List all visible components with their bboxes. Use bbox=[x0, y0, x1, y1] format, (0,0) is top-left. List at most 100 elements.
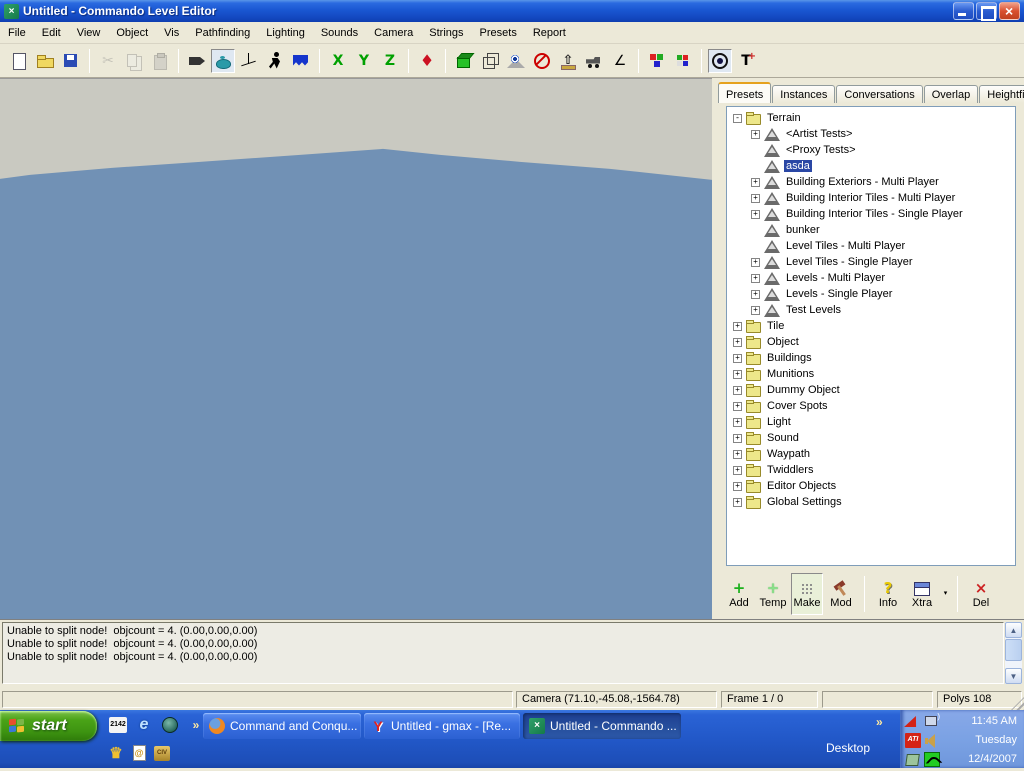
angle-button[interactable]: ∠ bbox=[608, 49, 632, 73]
menu-item-report[interactable]: Report bbox=[525, 24, 574, 42]
log-scrollbar[interactable]: ▲ ▼ bbox=[1005, 622, 1022, 684]
preset-tree[interactable]: -Terrain+<Artist Tests><Proxy Tests>asda… bbox=[726, 106, 1016, 566]
wire-cube-button[interactable] bbox=[478, 49, 502, 73]
mod-button[interactable]: Mod bbox=[825, 573, 857, 615]
expander-plus-icon[interactable]: + bbox=[733, 466, 742, 475]
scrollbar-thumb[interactable] bbox=[1005, 639, 1022, 661]
expander-plus-icon[interactable]: + bbox=[733, 434, 742, 443]
expander-plus-icon[interactable]: + bbox=[751, 178, 760, 187]
eye-mask-button[interactable] bbox=[504, 49, 528, 73]
dropdown-arrow-icon[interactable]: ▾ bbox=[940, 586, 951, 602]
info-button[interactable]: ?Info bbox=[872, 573, 904, 615]
tree-item[interactable]: +Sound bbox=[727, 430, 1015, 446]
cut-button[interactable]: ✂ bbox=[96, 49, 120, 73]
tree-item[interactable]: +Object bbox=[727, 334, 1015, 350]
spinner-button[interactable]: ♦ bbox=[415, 49, 439, 73]
no-entry-button[interactable] bbox=[530, 49, 554, 73]
expander-plus-icon[interactable]: + bbox=[733, 370, 742, 379]
desktop-chevron-icon[interactable]: » bbox=[876, 715, 883, 729]
minimize-button[interactable] bbox=[953, 2, 974, 20]
taskbar-task[interactable]: YUntitled - gmax - [Re... bbox=[364, 713, 520, 739]
tree-item[interactable]: +Building Interior Tiles - Multi Player bbox=[727, 190, 1015, 206]
tree-item[interactable]: +Munitions bbox=[727, 366, 1015, 382]
menu-item-camera[interactable]: Camera bbox=[366, 24, 421, 42]
tree-item[interactable]: +Light bbox=[727, 414, 1015, 430]
quicklaunch-crown-icon[interactable]: ♛ bbox=[106, 743, 126, 763]
expander-plus-icon[interactable]: + bbox=[733, 482, 742, 491]
expander-plus-icon[interactable]: + bbox=[733, 402, 742, 411]
quicklaunch-civ-icon[interactable]: CIV bbox=[152, 743, 172, 763]
tree-item[interactable]: +Editor Objects bbox=[727, 478, 1015, 494]
tree-item[interactable]: <Proxy Tests> bbox=[727, 142, 1015, 158]
quicklaunch-ie-icon[interactable]: e bbox=[134, 715, 154, 735]
close-button[interactable] bbox=[999, 2, 1020, 20]
menu-item-sounds[interactable]: Sounds bbox=[313, 24, 366, 42]
taskbar-task[interactable]: Command and Conqu... bbox=[203, 713, 361, 739]
paste-button[interactable] bbox=[148, 49, 172, 73]
scroll-down-icon[interactable]: ▼ bbox=[1005, 668, 1022, 684]
start-button[interactable]: start bbox=[0, 711, 97, 741]
solid-cube-button[interactable] bbox=[452, 49, 476, 73]
runner-button[interactable] bbox=[263, 49, 287, 73]
xtra-button[interactable]: Xtra bbox=[906, 573, 938, 615]
open-button[interactable] bbox=[33, 49, 57, 73]
menu-item-edit[interactable]: Edit bbox=[34, 24, 69, 42]
taskbar-task[interactable]: ×Untitled - Commando ... bbox=[523, 713, 681, 739]
text-tool-button[interactable]: T bbox=[734, 49, 758, 73]
flag-button[interactable] bbox=[289, 49, 313, 73]
y-axis-button[interactable]: Y bbox=[352, 49, 376, 73]
expander-plus-icon[interactable]: + bbox=[751, 194, 760, 203]
tree-item[interactable]: -Terrain bbox=[727, 110, 1015, 126]
eye-circle-button[interactable] bbox=[708, 49, 732, 73]
tab-presets[interactable]: Presets bbox=[718, 82, 771, 103]
tab-conversations[interactable]: Conversations bbox=[836, 85, 922, 103]
expander-plus-icon[interactable]: + bbox=[733, 338, 742, 347]
teapot-button[interactable] bbox=[211, 49, 235, 73]
tree-item[interactable]: +Building Interior Tiles - Single Player bbox=[727, 206, 1015, 222]
expander-plus-icon[interactable]: + bbox=[751, 290, 760, 299]
menu-item-presets[interactable]: Presets bbox=[472, 24, 525, 42]
tree-item[interactable]: bunker bbox=[727, 222, 1015, 238]
maximize-button[interactable] bbox=[976, 2, 997, 20]
tab-overlap[interactable]: Overlap bbox=[924, 85, 979, 103]
tree-item[interactable]: +Level Tiles - Single Player bbox=[727, 254, 1015, 270]
desktop-toolbar-label[interactable]: Desktop bbox=[826, 741, 870, 755]
expander-plus-icon[interactable]: + bbox=[733, 498, 742, 507]
z-axis-button[interactable]: Z bbox=[378, 49, 402, 73]
expander-plus-icon[interactable]: + bbox=[733, 450, 742, 459]
expander-plus-icon[interactable]: + bbox=[751, 274, 760, 283]
temp-button[interactable]: +Temp bbox=[757, 573, 789, 615]
tree-item[interactable]: +Building Exteriors - Multi Player bbox=[727, 174, 1015, 190]
quicklaunch-bf2142-icon[interactable]: 2142 bbox=[108, 715, 128, 735]
add-button[interactable]: +Add bbox=[723, 573, 755, 615]
x-axis-button[interactable]: X bbox=[326, 49, 350, 73]
menu-item-view[interactable]: View bbox=[69, 24, 109, 42]
new-button[interactable] bbox=[7, 49, 31, 73]
ati-icon[interactable]: ATI bbox=[905, 733, 921, 748]
tab-heightfield[interactable]: Heightfield bbox=[979, 85, 1024, 103]
updates-icon[interactable] bbox=[905, 752, 921, 767]
menu-item-object[interactable]: Object bbox=[108, 24, 156, 42]
tree-item[interactable]: +Test Levels bbox=[727, 302, 1015, 318]
expander-plus-icon[interactable]: + bbox=[733, 322, 742, 331]
tree-item[interactable]: +Twiddlers bbox=[727, 462, 1015, 478]
tree-item[interactable]: +Dummy Object bbox=[727, 382, 1015, 398]
ati-tray-icon[interactable] bbox=[905, 714, 921, 729]
tree-item[interactable]: +<Artist Tests> bbox=[727, 126, 1015, 142]
volume-icon[interactable] bbox=[924, 733, 940, 748]
scroll-up-icon[interactable]: ▲ bbox=[1005, 622, 1022, 638]
save-button[interactable] bbox=[59, 49, 83, 73]
axis-button[interactable] bbox=[237, 49, 261, 73]
rgb-cubes-button[interactable] bbox=[645, 49, 669, 73]
del-button[interactable]: ×Del bbox=[965, 573, 997, 615]
expander-plus-icon[interactable]: + bbox=[733, 386, 742, 395]
tree-item[interactable]: Level Tiles - Multi Player bbox=[727, 238, 1015, 254]
copy-button[interactable] bbox=[122, 49, 146, 73]
quicklaunch-document-at-icon[interactable]: @ bbox=[129, 743, 149, 763]
menu-item-file[interactable]: File bbox=[0, 24, 34, 42]
stamp-button[interactable]: ⇧ bbox=[556, 49, 580, 73]
color-squares-button[interactable] bbox=[671, 49, 695, 73]
network-icon[interactable] bbox=[924, 752, 940, 767]
expander-plus-icon[interactable]: + bbox=[733, 418, 742, 427]
make-button[interactable]: Make bbox=[791, 573, 823, 615]
